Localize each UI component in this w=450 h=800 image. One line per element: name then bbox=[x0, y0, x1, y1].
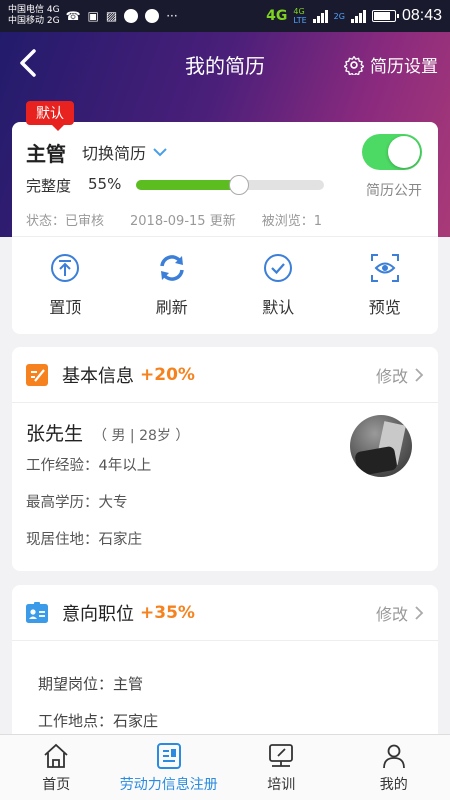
completeness-progress bbox=[136, 175, 324, 195]
pin-top-button[interactable]: 置顶 bbox=[12, 252, 119, 318]
registration-doc-icon bbox=[156, 742, 181, 769]
bottom-nav: 首页 劳动力信息注册 培训 我的 bbox=[0, 734, 450, 800]
id-card-icon bbox=[26, 601, 48, 623]
edit-label: 修改 bbox=[375, 604, 408, 624]
resume-meta: 状态：已审核 2018-09-15 更新 被浏览：1 bbox=[26, 210, 322, 229]
signal-icon bbox=[312, 9, 328, 23]
avatar[interactable] bbox=[350, 415, 412, 477]
edit-label: 修改 bbox=[375, 366, 408, 386]
divider bbox=[12, 236, 438, 237]
expected-position: 期望岗位：主管 bbox=[38, 675, 144, 693]
edit-note-icon bbox=[26, 363, 48, 386]
update-date: 2018-09-15 更新 bbox=[130, 214, 236, 229]
app-notification-icon bbox=[124, 9, 139, 23]
phone-icon: ☎ bbox=[65, 9, 81, 23]
network-indicator-1: 4G LTE bbox=[293, 7, 306, 25]
intent-header: 意向职位 +35% 修改 bbox=[12, 585, 438, 641]
carrier-info: 中国电信 4G 中国移动 2G bbox=[8, 5, 60, 27]
app-notification-icon-2 bbox=[145, 9, 160, 23]
basic-info-title: 基本信息 bbox=[62, 365, 134, 387]
switch-resume-button[interactable]: 切换简历 bbox=[82, 140, 168, 164]
status-right: 4G 4G LTE 2G 08:43 bbox=[266, 7, 442, 25]
pin-top-label: 置顶 bbox=[49, 298, 82, 317]
signal-icon-2 bbox=[350, 9, 366, 23]
public-label: 简历公开 bbox=[366, 183, 422, 199]
completeness-label: 完整度 bbox=[26, 177, 72, 195]
basic-info-edit-button[interactable]: 修改 bbox=[376, 363, 424, 387]
intent-title: 意向职位 bbox=[62, 603, 134, 625]
back-icon[interactable] bbox=[14, 48, 44, 78]
tab-mine[interactable]: 我的 bbox=[338, 735, 450, 800]
refresh-icon bbox=[160, 255, 184, 281]
tab-labor-registration-label: 劳动力信息注册 bbox=[119, 776, 218, 793]
completeness-value: 55% bbox=[88, 175, 122, 193]
chevron-right-icon bbox=[415, 367, 424, 382]
resume-card: 主管 切换简历 简历公开 完整度 55% 状态：已审核 2018-09-15 更… bbox=[12, 122, 438, 334]
home-icon bbox=[44, 743, 68, 768]
public-toggle[interactable] bbox=[362, 134, 422, 170]
status-bar: 中国电信 4G 中国移动 2G ☎ ▣ ▨ ··· 4G 4G LTE 2G 0… bbox=[0, 0, 450, 32]
network-4g-small: 4G bbox=[293, 7, 305, 16]
intent-edit-button[interactable]: 修改 bbox=[376, 601, 424, 625]
work-experience: 工作经验：4年以上 bbox=[26, 458, 152, 474]
tab-home-label: 首页 bbox=[42, 776, 71, 793]
preview-label: 预览 bbox=[368, 298, 401, 317]
bag-icon: ▣ bbox=[87, 9, 99, 23]
resume-title: 主管 bbox=[26, 142, 66, 166]
education: 最高学历：大专 bbox=[26, 495, 128, 511]
set-default-label: 默认 bbox=[262, 298, 295, 317]
battery-icon bbox=[371, 10, 399, 22]
tab-labor-registration[interactable]: 劳动力信息注册 bbox=[113, 735, 226, 800]
work-location: 工作地点：石家庄 bbox=[38, 712, 159, 730]
network-indicator-2: 2G bbox=[334, 12, 345, 21]
tab-training-label: 培训 bbox=[267, 776, 296, 793]
network-2g: 2G bbox=[333, 11, 345, 21]
intent-percent: +35% bbox=[140, 602, 195, 623]
carrier-1: 中国电信 4G bbox=[8, 5, 60, 15]
gender-age: （ 男 | 28岁 ） bbox=[93, 428, 190, 444]
user-icon bbox=[382, 744, 405, 768]
network-lte: LTE bbox=[293, 16, 307, 25]
set-default-button[interactable]: 默认 bbox=[225, 252, 332, 318]
image-icon: ▨ bbox=[105, 9, 118, 23]
resume-settings-button[interactable]: 简历设置 bbox=[344, 52, 438, 77]
clock: 08:43 bbox=[401, 7, 442, 24]
progress-fill bbox=[136, 180, 240, 190]
tab-home[interactable]: 首页 bbox=[0, 735, 113, 800]
network-4g: 4G bbox=[266, 8, 288, 24]
nav-bar: 我的简历 简历设置 bbox=[0, 32, 450, 96]
basic-info-percent: +20% bbox=[140, 364, 195, 385]
refresh-button[interactable]: 刷新 bbox=[119, 252, 226, 318]
person-name: 张先生 bbox=[26, 423, 84, 445]
tab-mine-label: 我的 bbox=[379, 776, 408, 793]
intent-card: 意向职位 +35% 修改 期望岗位：主管 工作地点：石家庄 bbox=[12, 585, 438, 755]
basic-info-header: 基本信息 +20% 修改 bbox=[12, 347, 438, 403]
toggle-knob bbox=[388, 136, 420, 168]
notification-icons: ☎ ▣ ▨ ··· bbox=[66, 9, 178, 23]
name-row: 张先生 （ 男 | 28岁 ） bbox=[26, 419, 189, 446]
preview-eye-icon bbox=[370, 254, 399, 282]
chevron-down-icon bbox=[153, 148, 167, 157]
more-notifications-icon: ··· bbox=[166, 9, 178, 23]
view-count: 被浏览：1 bbox=[261, 214, 322, 229]
progress-thumb bbox=[229, 175, 250, 195]
pin-top-icon bbox=[51, 254, 80, 282]
tab-training[interactable]: 培训 bbox=[225, 735, 338, 800]
resume-actions: 置顶 刷新 默认 预览 bbox=[12, 252, 438, 318]
switch-resume-label: 切换简历 bbox=[82, 144, 147, 163]
settings-label: 简历设置 bbox=[370, 57, 438, 77]
residence: 现居住地：石家庄 bbox=[26, 532, 142, 548]
basic-info-card: 基本信息 +20% 修改 张先生 （ 男 | 28岁 ） 工作经验：4年以上 最… bbox=[12, 347, 438, 571]
default-tag: 默认 bbox=[26, 101, 74, 131]
refresh-label: 刷新 bbox=[155, 298, 188, 317]
review-status: 状态：已审核 bbox=[26, 214, 105, 229]
gear-icon bbox=[344, 55, 364, 75]
preview-button[interactable]: 预览 bbox=[332, 252, 439, 318]
chevron-right-icon bbox=[415, 605, 424, 620]
carrier-2: 中国移动 2G bbox=[8, 16, 60, 26]
training-monitor-icon bbox=[269, 743, 294, 767]
check-circle-icon bbox=[264, 254, 293, 282]
